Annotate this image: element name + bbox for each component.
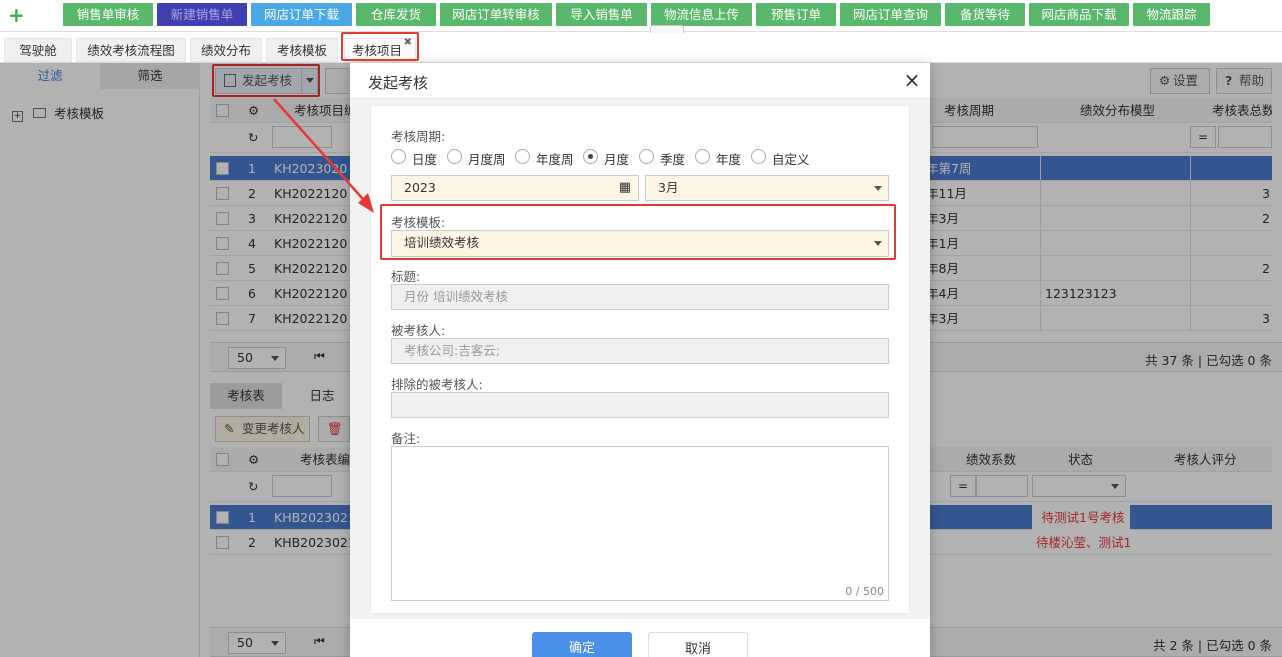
char-count: 0 / 500	[845, 585, 884, 598]
radio-4[interactable]	[639, 149, 654, 164]
page-tabs: 驾驶舱 绩效考核流程图 绩效分布 考核模板 考核项目 ✖	[0, 33, 1282, 63]
radio-1[interactable]	[447, 149, 462, 164]
collapse-handle[interactable]	[650, 25, 684, 33]
nav-new-sales-order[interactable]: 新建销售单	[157, 3, 247, 26]
assessee-label: 被考核人:	[391, 323, 446, 338]
title-label: 标题:	[391, 269, 421, 284]
excluded-label: 排除的被考核人:	[391, 377, 483, 392]
add-icon[interactable]: +	[8, 4, 28, 26]
radio-6[interactable]	[751, 149, 766, 164]
radio-label[interactable]: 季度	[660, 149, 685, 168]
tab-flowchart[interactable]: 绩效考核流程图	[76, 38, 186, 62]
nav-goods-download[interactable]: 网店商品下载	[1029, 3, 1129, 26]
dialog-header: 发起考核 ×	[350, 63, 930, 99]
dialog-form: 考核周期: 日度 月度周 年度周 月度 季度 年度 自定义 2023 ▦ 3月 考核模板: …	[370, 105, 910, 614]
assessee-placeholder: 考核公司:吉客云;	[404, 343, 500, 358]
nav-presale-order[interactable]: 预售订单	[756, 3, 836, 26]
remark-label: 备注:	[391, 431, 421, 446]
tab-distribution[interactable]: 绩效分布	[190, 38, 262, 62]
close-icon[interactable]: ×	[902, 69, 922, 91]
tab-cockpit[interactable]: 驾驶舱	[4, 38, 72, 62]
radio-2[interactable]	[515, 149, 530, 164]
close-tab-icon[interactable]: ✖	[404, 31, 412, 55]
tab-template[interactable]: 考核模板	[266, 38, 338, 62]
radio-label[interactable]: 日度	[412, 149, 437, 168]
period-label: 考核周期:	[391, 129, 446, 144]
month-select[interactable]: 3月	[645, 175, 889, 201]
nav-online-order-download[interactable]: 网店订单下载	[251, 3, 352, 26]
tab-project[interactable]: 考核项目 ✖	[344, 37, 416, 62]
radio-0[interactable]	[391, 149, 406, 164]
nav-warehouse-ship[interactable]: 仓库发货	[356, 3, 436, 26]
chevron-down-icon	[874, 241, 882, 246]
nav-import-sales[interactable]: 导入销售单	[556, 3, 647, 26]
excluded-input[interactable]	[391, 392, 889, 418]
year-value: 2023	[404, 180, 436, 195]
template-label: 考核模板:	[391, 215, 446, 230]
radio-label[interactable]: 自定义	[772, 149, 810, 168]
radio-label[interactable]: 年度	[716, 149, 741, 168]
title-input[interactable]: 月份 培训绩效考核	[391, 284, 889, 310]
dialog-title: 发起考核	[368, 74, 429, 92]
template-value: 培训绩效考核	[404, 235, 480, 250]
radio-3[interactable]	[583, 149, 598, 164]
month-value: 3月	[658, 180, 679, 195]
radio-label[interactable]: 月度周	[468, 149, 506, 168]
radio-5[interactable]	[695, 149, 710, 164]
top-navigation-bar: + 销售单审核 新建销售单 网店订单下载 仓库发货 网店订单转审核 导入销售单 …	[0, 0, 1282, 33]
title-placeholder: 月份 培训绩效考核	[404, 289, 508, 304]
nav-sales-review[interactable]: 销售单审核	[63, 3, 153, 26]
nav-online-order-query[interactable]: 网店订单查询	[840, 3, 941, 26]
nav-logistics-upload[interactable]: 物流信息上传	[651, 3, 752, 26]
assessee-input[interactable]: 考核公司:吉客云;	[391, 338, 889, 364]
nav-online-order-to-review[interactable]: 网店订单转审核	[440, 3, 552, 26]
confirm-button[interactable]: 确定	[532, 632, 632, 657]
template-select[interactable]: 培训绩效考核	[391, 230, 889, 257]
annotation-arrow-icon	[273, 98, 374, 213]
cancel-button[interactable]: 取消	[648, 632, 748, 657]
nav-logistics-track[interactable]: 物流跟踪	[1133, 3, 1210, 26]
remark-textarea[interactable]: 0 / 500	[391, 446, 889, 601]
nav-stock-waiting[interactable]: 备货等待	[945, 3, 1025, 26]
year-picker[interactable]: 2023 ▦	[391, 175, 639, 201]
tab-project-label: 考核项目	[351, 43, 402, 58]
calendar-icon[interactable]: ▦	[619, 176, 631, 200]
radio-label[interactable]: 年度周	[536, 149, 574, 168]
chevron-down-icon	[874, 186, 882, 191]
launch-assessment-dialog: 发起考核 × 考核周期: 日度 月度周 年度周 月度 季度 年度 自定义 2023 ▦ 3月…	[350, 63, 930, 657]
radio-label[interactable]: 月度	[604, 149, 629, 168]
